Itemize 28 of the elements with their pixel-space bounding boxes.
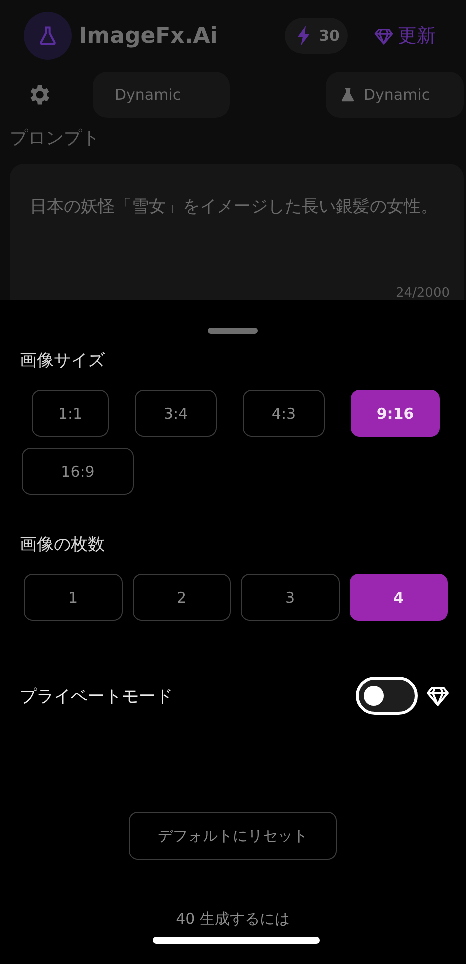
size-option[interactable]: 4:3 bbox=[243, 390, 325, 437]
generation-cost-note: 40 生成するには bbox=[175, 910, 291, 929]
section-title: 画像の枚数 bbox=[20, 534, 105, 556]
count-option[interactable]: 2 bbox=[132, 574, 231, 621]
app-name: ImageFx.Ai bbox=[79, 24, 218, 48]
credits-badge[interactable]: 30 bbox=[285, 18, 348, 54]
prompt-field[interactable]: 日本の妖怪「雪女」をイメージした長い銀髪の女性。 24/2000 bbox=[10, 164, 464, 300]
diamond-icon bbox=[426, 686, 450, 706]
character-counter: 24/2000 bbox=[396, 286, 450, 300]
count-option[interactable]: 3 bbox=[241, 574, 340, 621]
size-option[interactable]: 1:1 bbox=[32, 390, 109, 437]
size-option[interactable]: 9:16 bbox=[351, 390, 440, 437]
private-mode-toggle[interactable] bbox=[356, 677, 418, 715]
reset-button[interactable]: デフォルトにリセット bbox=[129, 812, 337, 860]
model-selector[interactable]: Dynamic bbox=[326, 72, 464, 118]
lightning-icon bbox=[297, 26, 312, 46]
size-option[interactable]: 3:4 bbox=[135, 390, 217, 437]
flask-icon bbox=[340, 87, 356, 103]
size-option[interactable]: 16:9 bbox=[22, 448, 134, 495]
count-option[interactable]: 4 bbox=[350, 574, 448, 621]
diamond-icon bbox=[374, 28, 394, 44]
flask-icon bbox=[37, 25, 59, 47]
sheet-handle[interactable] bbox=[208, 328, 258, 334]
private-mode-label: プライベートモード bbox=[20, 686, 173, 708]
count-option[interactable]: 1 bbox=[24, 574, 122, 621]
section-title: 画像サイズ bbox=[20, 350, 105, 372]
style-selector[interactable]: Dynamic bbox=[93, 72, 230, 118]
prompt-label: プロンプト bbox=[10, 127, 100, 150]
